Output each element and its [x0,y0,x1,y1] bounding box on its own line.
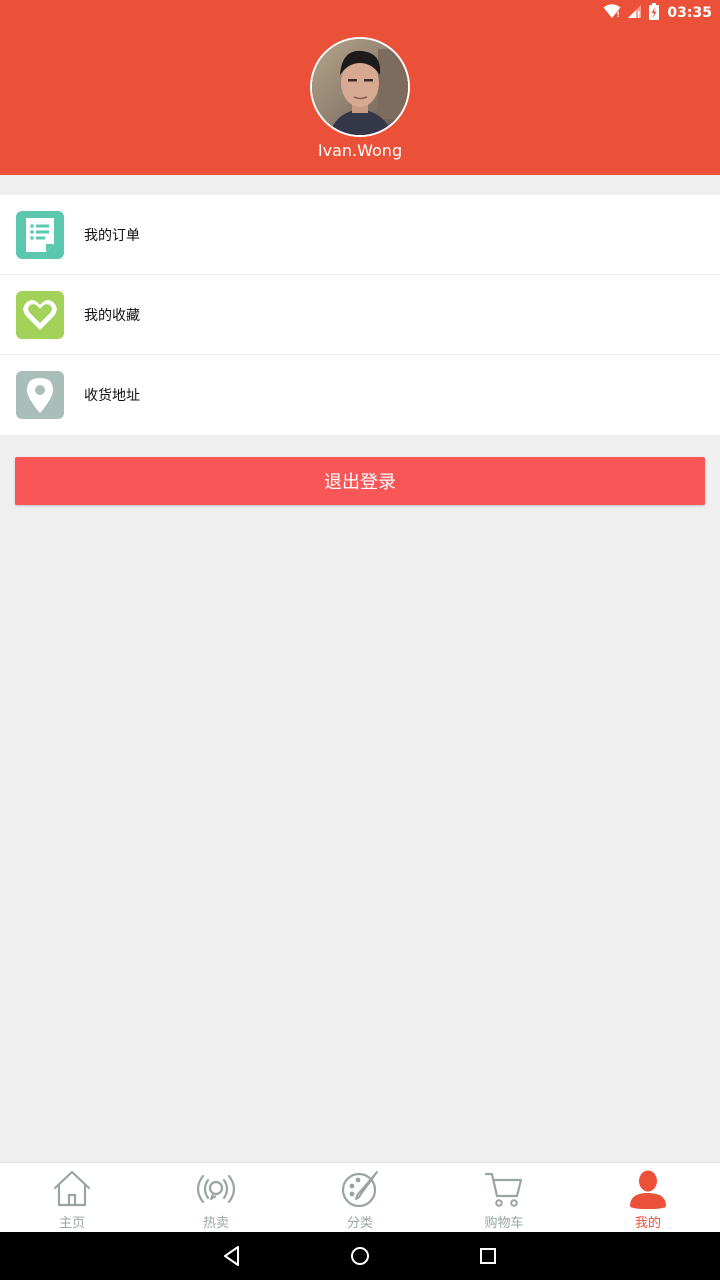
logout-button[interactable]: 退出登录 [15,457,705,505]
tab-cart[interactable]: 购物车 [432,1163,576,1232]
tab-label: 热卖 [202,1216,229,1231]
username: Ivan.Wong [317,141,403,160]
tab-label: 主页 [58,1216,85,1231]
profile-header: 03:35 Ivan.Wong [0,0,720,175]
menu-item-label: 我的收藏 [84,307,140,324]
signal-icon [627,3,643,23]
menu-item-address[interactable]: 收货地址 [0,355,720,435]
avatar-photo [312,39,408,135]
user-icon [630,1170,666,1209]
recents-icon[interactable] [476,1244,500,1268]
tab-label: 购物车 [484,1216,524,1231]
order-list-icon [16,210,64,259]
bottom-tab-bar: 主页 热卖 分类 购物车 我的 [0,1162,720,1232]
palette-icon [341,1171,378,1208]
heart-icon [16,290,64,339]
broadcast-icon [196,1174,236,1204]
avatar[interactable] [310,37,410,137]
wifi-icon [603,3,621,23]
location-pin-icon [16,371,64,419]
tab-label: 分类 [346,1216,373,1231]
tab-category[interactable]: 分类 [288,1163,432,1232]
tab-label: 我的 [634,1216,661,1231]
tab-home[interactable]: 主页 [0,1163,144,1232]
tab-mine[interactable]: 我的 [576,1163,720,1232]
profile-menu: 我的订单 我的收藏 收货地址 [0,195,720,435]
battery-charging-icon [649,2,660,24]
menu-item-orders[interactable]: 我的订单 [0,195,720,275]
status-time: 03:35 [667,5,712,21]
menu-item-label: 收货地址 [84,388,140,404]
menu-item-favorites[interactable]: 我的收藏 [0,275,720,355]
menu-item-label: 我的订单 [84,227,140,244]
home-icon [53,1170,91,1207]
back-icon[interactable] [220,1244,244,1268]
system-nav-bar [0,1232,720,1280]
cart-icon [484,1172,523,1207]
status-bar: 03:35 [603,2,712,24]
tab-hot[interactable]: 热卖 [144,1163,288,1232]
home-circle-icon[interactable] [348,1244,372,1268]
